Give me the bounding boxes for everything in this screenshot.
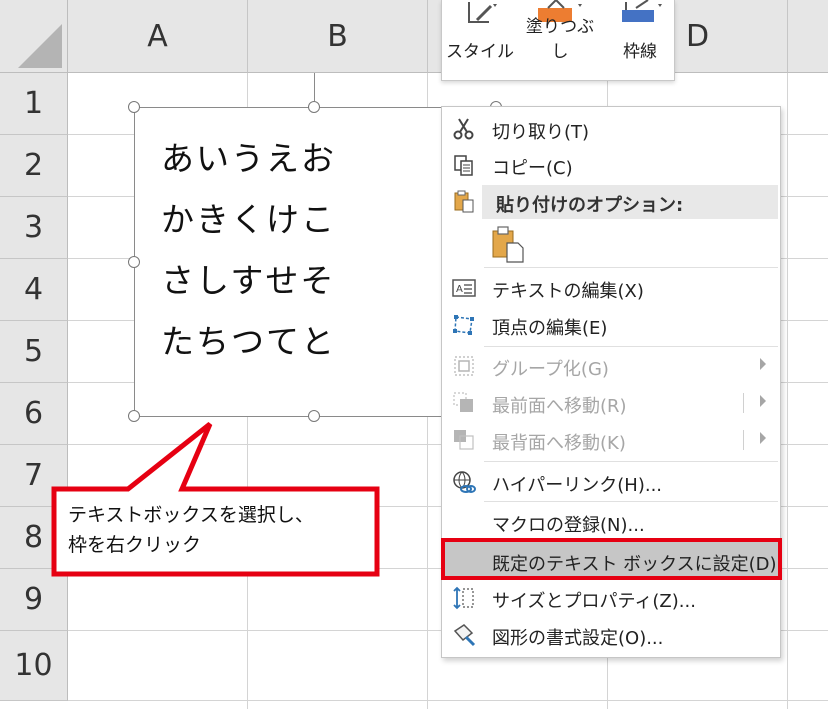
paste-option-clipboard-icon (492, 226, 524, 263)
menu-label-assign-macro: マクロの登録(N)... (492, 515, 645, 536)
menu-item-format-shape[interactable]: 図形の書式設定(O)... (442, 617, 780, 653)
callout-line-1: テキストボックスを選択し、 (68, 504, 314, 526)
menu-separator (484, 267, 778, 268)
menu-label-edit-text: テキストの編集(X) (492, 281, 644, 302)
callout-line-2: 枠を右クリック (68, 534, 202, 556)
paste-options-header: 貼り付けのオプション: (482, 185, 778, 219)
menu-label-size-properties: サイズとプロパティ(Z)... (492, 591, 696, 612)
format-shape-icon (453, 624, 476, 647)
outline-label: 枠線 (623, 42, 657, 62)
menu-label-send-to-back: 最背面へ移動(K) (492, 433, 626, 454)
menu-separator (484, 461, 778, 462)
menu-item-size-properties[interactable]: サイズとプロパティ(Z)... (442, 580, 780, 616)
size-properties-icon (453, 586, 474, 610)
copy-icon (454, 155, 473, 176)
menu-item-assign-macro[interactable]: マクロの登録(N)... (442, 504, 780, 540)
menu-label-group: グループ化(G) (492, 359, 609, 380)
menu-item-cut[interactable]: 切り取り(T) (442, 111, 780, 147)
menu-label-set-default-textbox: 既定のテキスト ボックスに設定(D) (492, 554, 777, 575)
menu-separator (484, 346, 778, 347)
menu-item-bring-to-front[interactable]: 最前面へ移動(R) (442, 385, 780, 421)
hyperlink-globe-icon (453, 471, 476, 493)
menu-label-copy: コピー(C) (492, 158, 573, 179)
edit-points-icon (453, 315, 474, 335)
menu-item-send-to-back[interactable]: 最背面へ移動(K) (442, 422, 780, 458)
menu-separator (484, 501, 778, 502)
menu-item-copy[interactable]: コピー(C) (442, 147, 780, 183)
send-to-back-icon (454, 430, 474, 450)
bring-to-front-icon (453, 392, 473, 412)
svg-text:A: A (456, 284, 463, 295)
callout-text: テキストボックスを選択し、 枠を右クリック (68, 500, 314, 560)
style-button[interactable]: スタイル (442, 0, 518, 80)
menu-item-set-default-textbox[interactable]: 既定のテキスト ボックスに設定(D) (441, 538, 782, 580)
outline-button[interactable]: 枠線 (602, 0, 678, 80)
split-divider (743, 393, 744, 413)
text-box-icon: A (452, 279, 476, 297)
submenu-arrow-icon (760, 432, 766, 444)
menu-item-hyperlink[interactable]: ハイパーリンク(H)... (442, 464, 780, 500)
menu-item-edit-points[interactable]: 頂点の編集(E) (442, 307, 780, 343)
pen-outline-icon (622, 0, 662, 22)
submenu-arrow-icon (760, 358, 766, 370)
shape-style-icon (468, 2, 497, 23)
style-label: スタイル (446, 42, 514, 62)
fill-label: 塗りつぶし (525, 17, 595, 62)
fill-button[interactable]: 塗りつぶし (522, 0, 598, 80)
menu-label-cut: 切り取り(T) (492, 122, 590, 143)
paste-option-keep-source[interactable] (490, 225, 526, 265)
paste-clipboard-icon (454, 190, 474, 213)
menu-label-bring-to-front: 最前面へ移動(R) (492, 396, 627, 417)
group-icon (454, 356, 474, 376)
menu-label-edit-points: 頂点の編集(E) (492, 318, 608, 339)
submenu-arrow-icon (760, 395, 766, 407)
split-divider (743, 430, 744, 450)
menu-item-edit-text[interactable]: A テキストの編集(X) (442, 270, 780, 306)
menu-label-hyperlink: ハイパーリンク(H)... (492, 475, 663, 496)
menu-label-format-shape: 図形の書式設定(O)... (492, 628, 664, 649)
menu-item-group[interactable]: グループ化(G) (442, 348, 780, 384)
paste-options-header-label: 貼り付けのオプション: (496, 195, 684, 216)
mini-toolbar: スタイル 塗りつぶし 枠線 (441, 0, 675, 81)
scissors-icon (453, 118, 474, 140)
